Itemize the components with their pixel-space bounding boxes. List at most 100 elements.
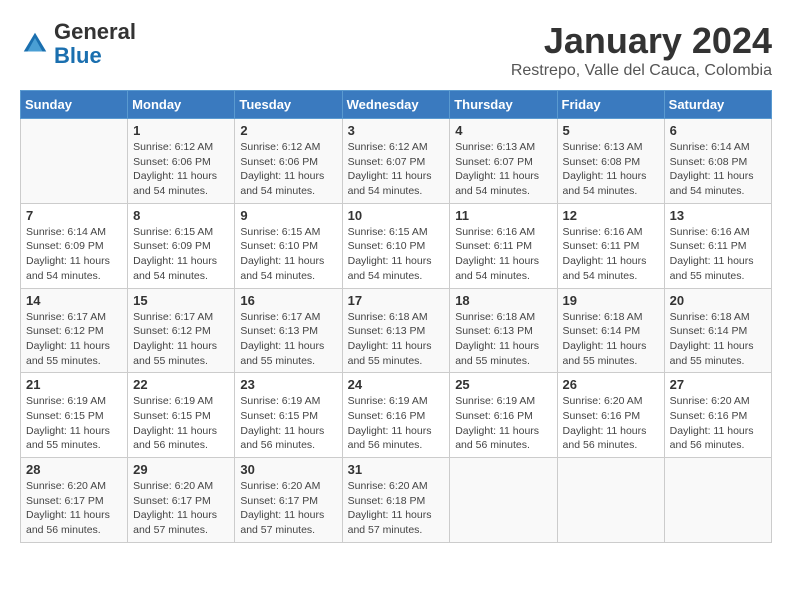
- day-info: Sunrise: 6:20 AM Sunset: 6:17 PM Dayligh…: [133, 479, 229, 538]
- weekday-header: Sunday: [21, 91, 128, 119]
- day-number: 1: [133, 123, 229, 138]
- calendar-cell: 6Sunrise: 6:14 AM Sunset: 6:08 PM Daylig…: [664, 119, 771, 204]
- day-number: 24: [348, 377, 445, 392]
- day-info: Sunrise: 6:13 AM Sunset: 6:07 PM Dayligh…: [455, 140, 551, 199]
- calendar-cell: 16Sunrise: 6:17 AM Sunset: 6:13 PM Dayli…: [235, 288, 342, 373]
- day-info: Sunrise: 6:17 AM Sunset: 6:12 PM Dayligh…: [133, 310, 229, 369]
- day-info: Sunrise: 6:20 AM Sunset: 6:16 PM Dayligh…: [563, 394, 659, 453]
- calendar-week-row: 14Sunrise: 6:17 AM Sunset: 6:12 PM Dayli…: [21, 288, 772, 373]
- calendar-cell: 3 Sunrise: 6:12 AM Sunset: 6:07 PM Daylig…: [342, 119, 450, 204]
- weekday-header: Tuesday: [235, 91, 342, 119]
- day-number: 6: [670, 123, 766, 138]
- calendar-cell: 23Sunrise: 6:19 AM Sunset: 6:15 PM Dayli…: [235, 373, 342, 458]
- calendar-cell: 28 Sunrise: 6:20 AM Sunset: 6:17 PM Dayli…: [21, 458, 128, 543]
- day-number: 16: [240, 293, 336, 308]
- title-block: January 2024 Restrepo, Valle del Cauca, …: [511, 20, 772, 80]
- calendar-cell: 27 Sunrise: 6:20 AM Sunset: 6:16 PM Dayli…: [664, 373, 771, 458]
- calendar-cell: 11 Sunrise: 6:16 AM Sunset: 6:11 PM Dayli…: [450, 203, 557, 288]
- day-info: Sunrise: 6:14 AM Sunset: 6:09 PM Dayligh…: [26, 225, 122, 284]
- day-number: 2: [240, 123, 336, 138]
- calendar-cell: 21 Sunrise: 6:19 AM Sunset: 6:15 PM Dayli…: [21, 373, 128, 458]
- day-number: 9: [240, 208, 336, 223]
- calendar-cell: [557, 458, 664, 543]
- day-info: Sunrise: 6:17 AM Sunset: 6:12 PM Dayligh…: [26, 310, 122, 369]
- day-number: 7: [26, 208, 122, 223]
- day-number: 23: [240, 377, 336, 392]
- calendar-cell: 20 Sunrise: 6:18 AM Sunset: 6:14 PM Dayli…: [664, 288, 771, 373]
- day-number: 18: [455, 293, 551, 308]
- calendar-cell: 2 Sunrise: 6:12 AM Sunset: 6:06 PM Daylig…: [235, 119, 342, 204]
- calendar-cell: 7 Sunrise: 6:14 AM Sunset: 6:09 PM Daylig…: [21, 203, 128, 288]
- weekday-header: Saturday: [664, 91, 771, 119]
- day-number: 19: [563, 293, 659, 308]
- calendar-cell: 30Sunrise: 6:20 AM Sunset: 6:17 PM Dayli…: [235, 458, 342, 543]
- day-info: Sunrise: 6:19 AM Sunset: 6:15 PM Dayligh…: [133, 394, 229, 453]
- calendar-cell: 15 Sunrise: 6:17 AM Sunset: 6:12 PM Dayli…: [128, 288, 235, 373]
- day-number: 30: [240, 462, 336, 477]
- calendar-header: SundayMondayTuesdayWednesdayThursdayFrid…: [21, 91, 772, 119]
- logo: General Blue: [20, 20, 136, 68]
- day-info: Sunrise: 6:20 AM Sunset: 6:17 PM Dayligh…: [26, 479, 122, 538]
- day-info: Sunrise: 6:16 AM Sunset: 6:11 PM Dayligh…: [455, 225, 551, 284]
- day-number: 29: [133, 462, 229, 477]
- logo-blue-text: Blue: [54, 43, 102, 68]
- calendar-title: January 2024: [511, 20, 772, 62]
- calendar-cell: 1 Sunrise: 6:12 AM Sunset: 6:06 PM Daylig…: [128, 119, 235, 204]
- weekday-header: Monday: [128, 91, 235, 119]
- day-number: 28: [26, 462, 122, 477]
- calendar-cell: 17 Sunrise: 6:18 AM Sunset: 6:13 PM Dayli…: [342, 288, 450, 373]
- day-info: Sunrise: 6:18 AM Sunset: 6:14 PM Dayligh…: [563, 310, 659, 369]
- calendar-cell: 12 Sunrise: 6:16 AM Sunset: 6:11 PM Dayli…: [557, 203, 664, 288]
- day-number: 11: [455, 208, 551, 223]
- calendar-cell: [21, 119, 128, 204]
- day-info: Sunrise: 6:15 AM Sunset: 6:09 PM Dayligh…: [133, 225, 229, 284]
- day-info: Sunrise: 6:12 AM Sunset: 6:06 PM Dayligh…: [240, 140, 336, 199]
- calendar-cell: 19 Sunrise: 6:18 AM Sunset: 6:14 PM Dayli…: [557, 288, 664, 373]
- day-info: Sunrise: 6:16 AM Sunset: 6:11 PM Dayligh…: [563, 225, 659, 284]
- calendar-cell: 13Sunrise: 6:16 AM Sunset: 6:11 PM Dayli…: [664, 203, 771, 288]
- calendar-cell: [664, 458, 771, 543]
- day-number: 31: [348, 462, 445, 477]
- weekday-header: Friday: [557, 91, 664, 119]
- calendar-cell: 29 Sunrise: 6:20 AM Sunset: 6:17 PM Dayli…: [128, 458, 235, 543]
- day-info: Sunrise: 6:18 AM Sunset: 6:13 PM Dayligh…: [348, 310, 445, 369]
- day-info: Sunrise: 6:12 AM Sunset: 6:07 PM Dayligh…: [348, 140, 445, 199]
- day-number: 22: [133, 377, 229, 392]
- calendar-cell: 5Sunrise: 6:13 AM Sunset: 6:08 PM Daylig…: [557, 119, 664, 204]
- day-info: Sunrise: 6:18 AM Sunset: 6:14 PM Dayligh…: [670, 310, 766, 369]
- day-info: Sunrise: 6:20 AM Sunset: 6:18 PM Dayligh…: [348, 479, 445, 538]
- day-info: Sunrise: 6:19 AM Sunset: 6:15 PM Dayligh…: [26, 394, 122, 453]
- day-info: Sunrise: 6:19 AM Sunset: 6:16 PM Dayligh…: [455, 394, 551, 453]
- calendar-cell: 9 Sunrise: 6:15 AM Sunset: 6:10 PM Daylig…: [235, 203, 342, 288]
- calendar-cell: 10Sunrise: 6:15 AM Sunset: 6:10 PM Dayli…: [342, 203, 450, 288]
- calendar-week-row: 7 Sunrise: 6:14 AM Sunset: 6:09 PM Daylig…: [21, 203, 772, 288]
- calendar-cell: 4 Sunrise: 6:13 AM Sunset: 6:07 PM Daylig…: [450, 119, 557, 204]
- day-info: Sunrise: 6:20 AM Sunset: 6:16 PM Dayligh…: [670, 394, 766, 453]
- day-number: 25: [455, 377, 551, 392]
- day-number: 20: [670, 293, 766, 308]
- logo-icon: [20, 29, 50, 59]
- day-number: 8: [133, 208, 229, 223]
- day-number: 15: [133, 293, 229, 308]
- calendar-cell: 8 Sunrise: 6:15 AM Sunset: 6:09 PM Daylig…: [128, 203, 235, 288]
- day-info: Sunrise: 6:15 AM Sunset: 6:10 PM Dayligh…: [348, 225, 445, 284]
- day-info: Sunrise: 6:12 AM Sunset: 6:06 PM Dayligh…: [133, 140, 229, 199]
- day-number: 17: [348, 293, 445, 308]
- day-number: 3: [348, 123, 445, 138]
- day-info: Sunrise: 6:18 AM Sunset: 6:13 PM Dayligh…: [455, 310, 551, 369]
- day-info: Sunrise: 6:13 AM Sunset: 6:08 PM Dayligh…: [563, 140, 659, 199]
- calendar-cell: 18 Sunrise: 6:18 AM Sunset: 6:13 PM Dayli…: [450, 288, 557, 373]
- day-number: 12: [563, 208, 659, 223]
- day-info: Sunrise: 6:15 AM Sunset: 6:10 PM Dayligh…: [240, 225, 336, 284]
- calendar-table: SundayMondayTuesdayWednesdayThursdayFrid…: [20, 90, 772, 543]
- calendar-cell: 14Sunrise: 6:17 AM Sunset: 6:12 PM Dayli…: [21, 288, 128, 373]
- calendar-cell: 26Sunrise: 6:20 AM Sunset: 6:16 PM Dayli…: [557, 373, 664, 458]
- day-info: Sunrise: 6:16 AM Sunset: 6:11 PM Dayligh…: [670, 225, 766, 284]
- weekday-header: Wednesday: [342, 91, 450, 119]
- day-number: 21: [26, 377, 122, 392]
- calendar-subtitle: Restrepo, Valle del Cauca, Colombia: [511, 62, 772, 80]
- calendar-week-row: 28 Sunrise: 6:20 AM Sunset: 6:17 PM Dayli…: [21, 458, 772, 543]
- day-number: 27: [670, 377, 766, 392]
- logo-general-text: General: [54, 19, 136, 44]
- day-number: 4: [455, 123, 551, 138]
